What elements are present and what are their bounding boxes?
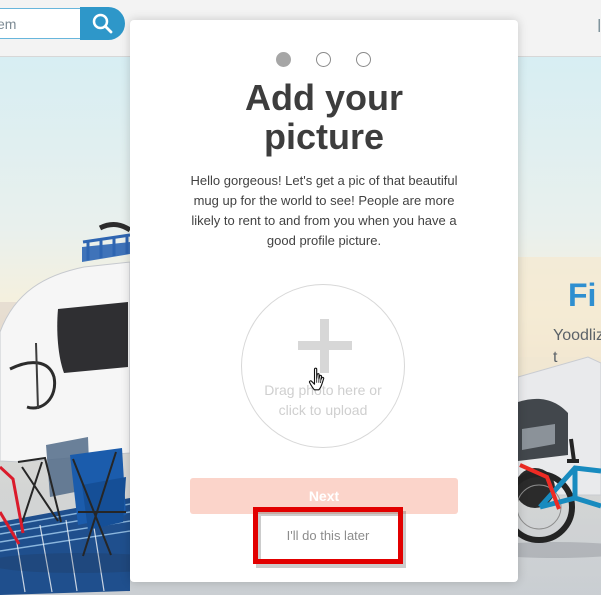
step-dot-2 [316,52,331,67]
hero-subtext-line-2: t [553,349,558,366]
modal-title: Add your picture [245,77,403,157]
do-this-later-link[interactable]: I'll do this later [253,507,403,564]
add-picture-modal: Add your picture Hello gorgeous! Let's g… [130,20,518,582]
step-dot-1 [276,52,291,67]
modal-description: Hello gorgeous! Let's get a pic of that … [190,173,458,248]
search-input[interactable] [0,8,80,39]
step-dot-3 [356,52,371,67]
step-indicator [276,52,372,68]
hero-heading: Fi [568,277,597,313]
hero-subtext: Yoodliz t [553,325,601,369]
search-icon [92,13,113,34]
profile-photo-upload[interactable]: Drag photo here or click to upload [241,284,405,448]
plus-icon [298,319,352,373]
camper-van [0,222,132,463]
search-button[interactable] [80,7,125,40]
page: | [0,0,601,595]
top-right-divider: | [597,16,601,32]
hand-cursor-icon [308,367,325,391]
hero-subtext-line-1: Yoodliz [553,327,601,344]
